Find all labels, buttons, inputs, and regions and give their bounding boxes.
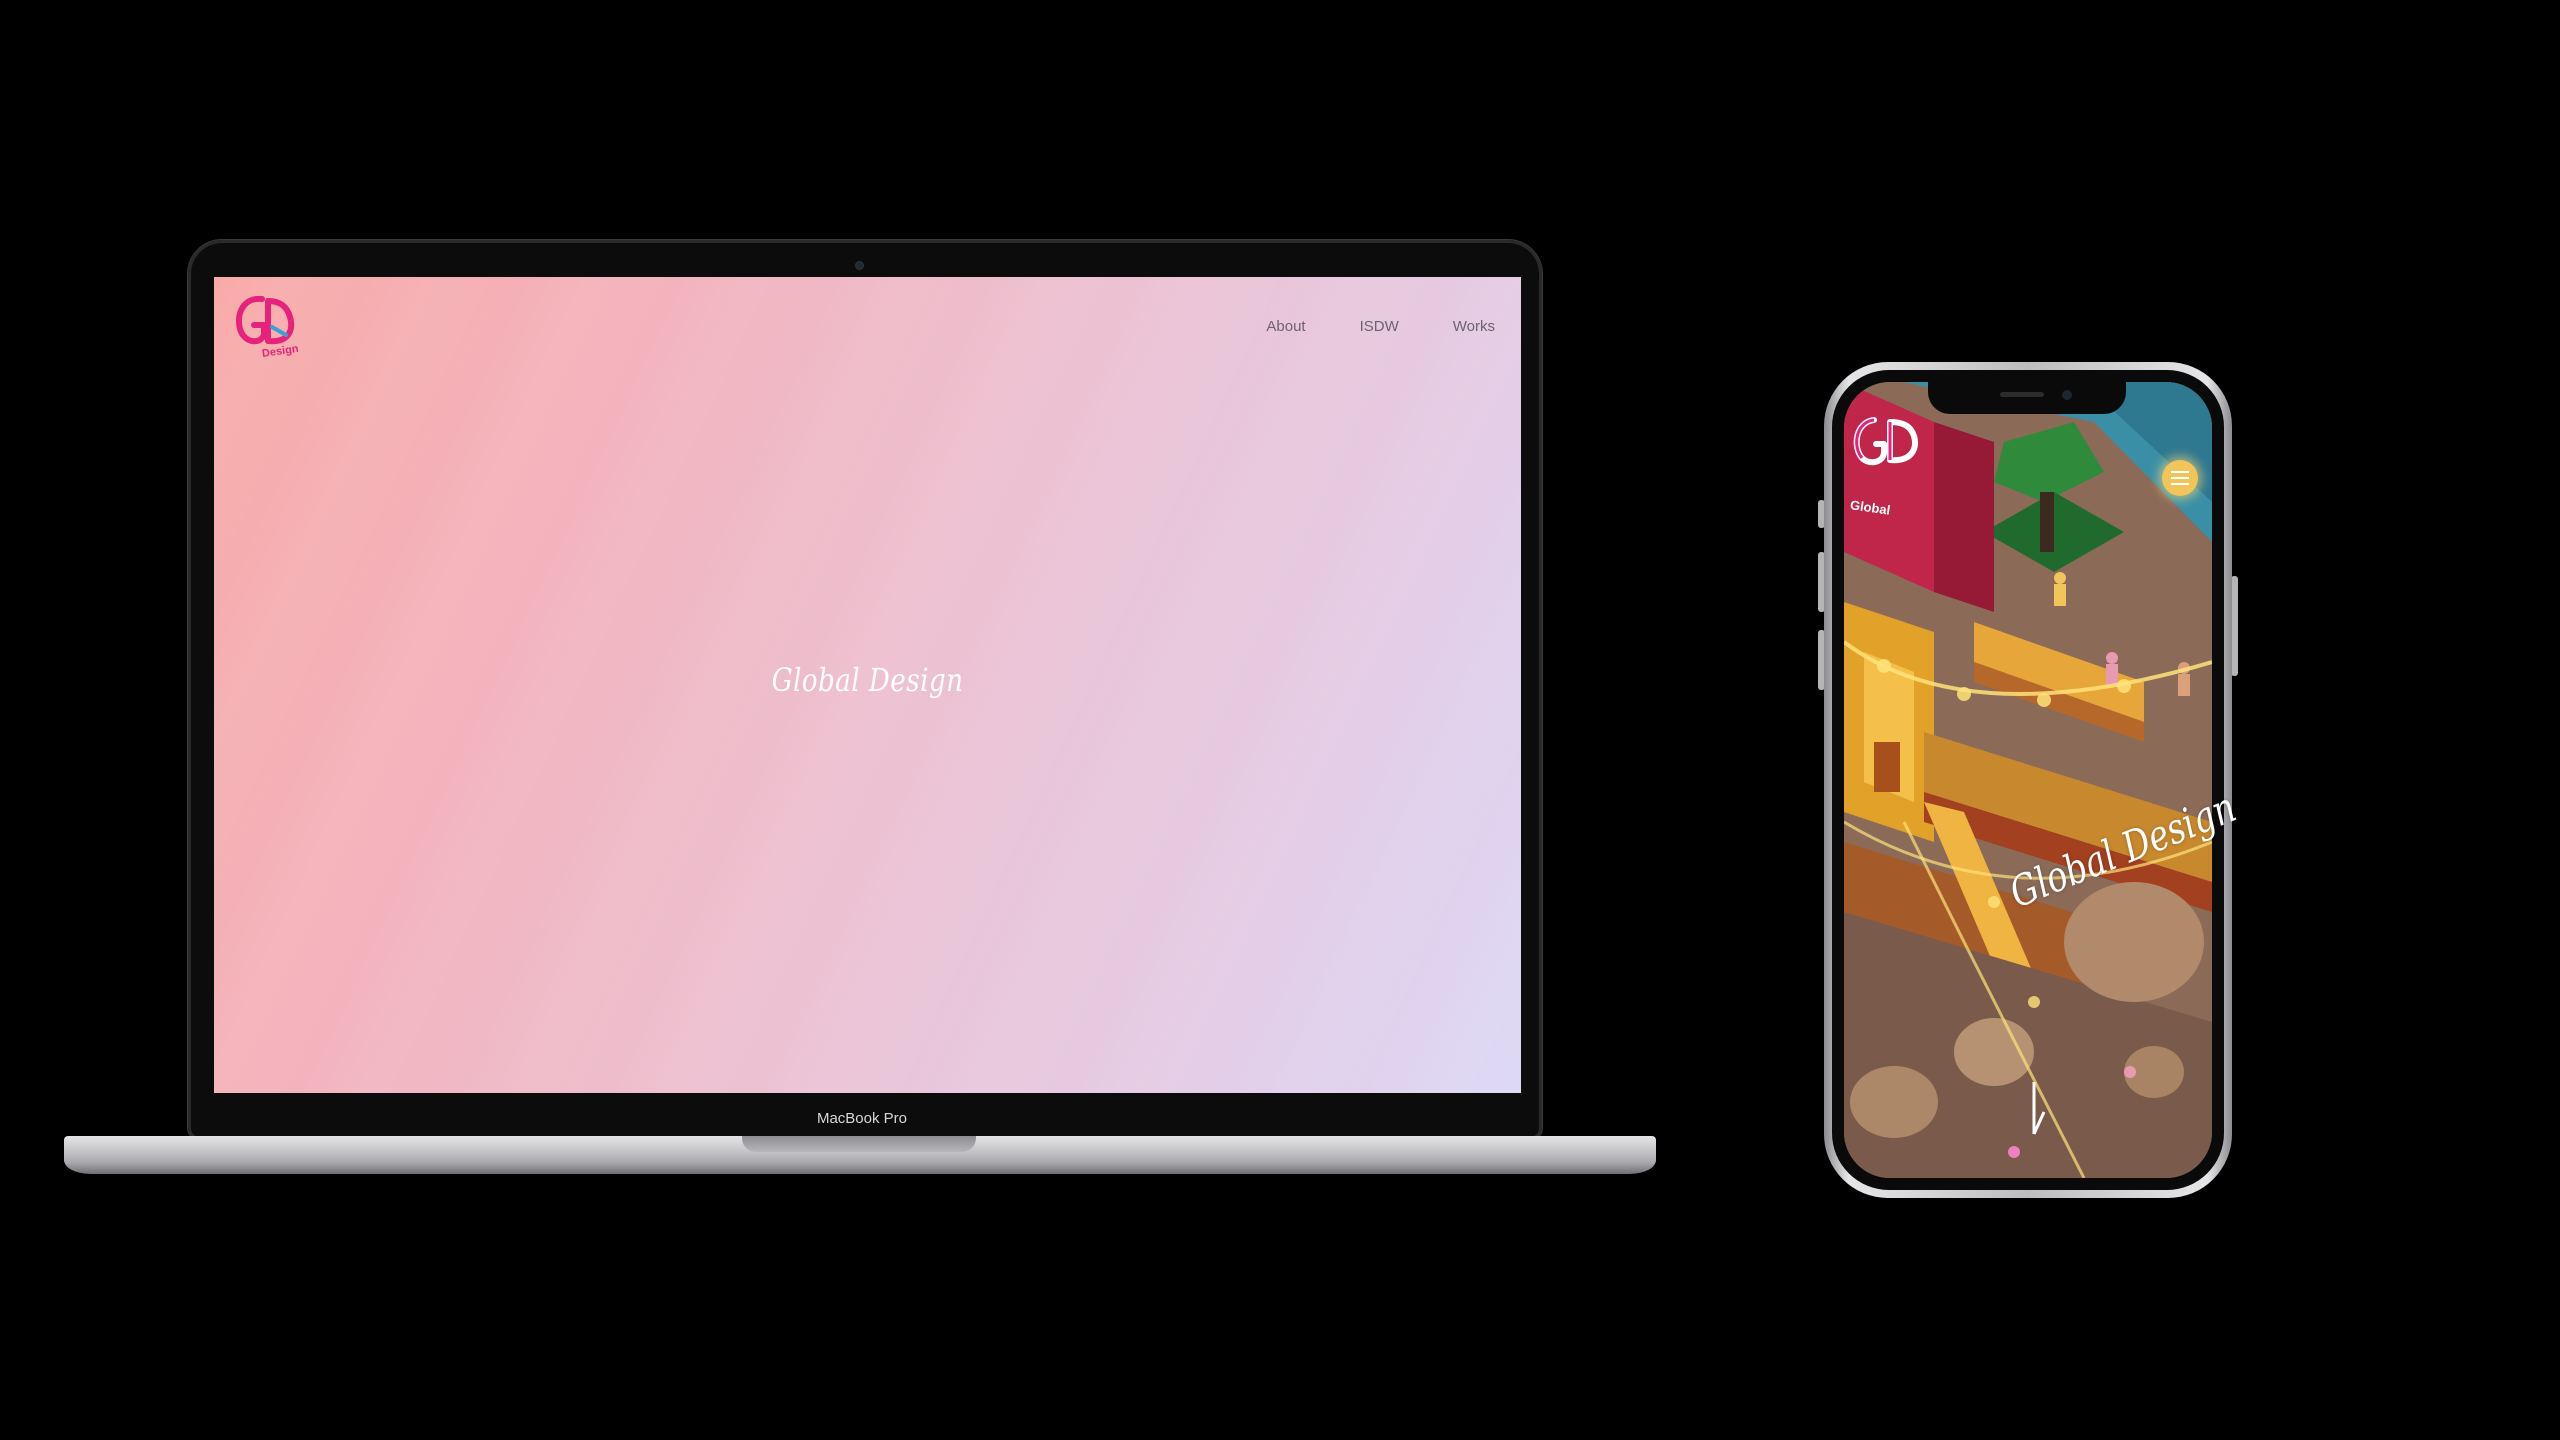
isometric-city-illustration: [1844, 382, 2212, 1178]
phone-power-button: [2231, 576, 2238, 676]
nav-link-about[interactable]: About: [1266, 318, 1305, 335]
laptop-camera: [856, 262, 863, 269]
hamburger-menu-icon[interactable]: [2162, 460, 2198, 496]
phone-screen: [1844, 382, 2212, 1178]
device-mockup-stage: Design About ISDW Works Global Design Ma…: [0, 0, 2560, 1440]
laptop-model-label: MacBook Pro: [816, 1110, 908, 1127]
laptop-opening-notch: [742, 1136, 976, 1152]
top-navigation: About ISDW Works: [1266, 318, 1495, 335]
laptop-screen: Design About ISDW Works Global Design: [214, 277, 1521, 1093]
phone-notch: [1928, 380, 2126, 414]
hero-title: Global Design: [771, 661, 964, 699]
logo-subtext: Design: [261, 343, 299, 360]
nav-link-isdw[interactable]: ISDW: [1360, 318, 1399, 335]
nav-link-works[interactable]: Works: [1453, 318, 1495, 335]
phone-speaker: [2000, 392, 2044, 397]
global-design-logo-icon[interactable]: Design: [232, 291, 302, 361]
phone-front-camera: [2062, 390, 2072, 400]
